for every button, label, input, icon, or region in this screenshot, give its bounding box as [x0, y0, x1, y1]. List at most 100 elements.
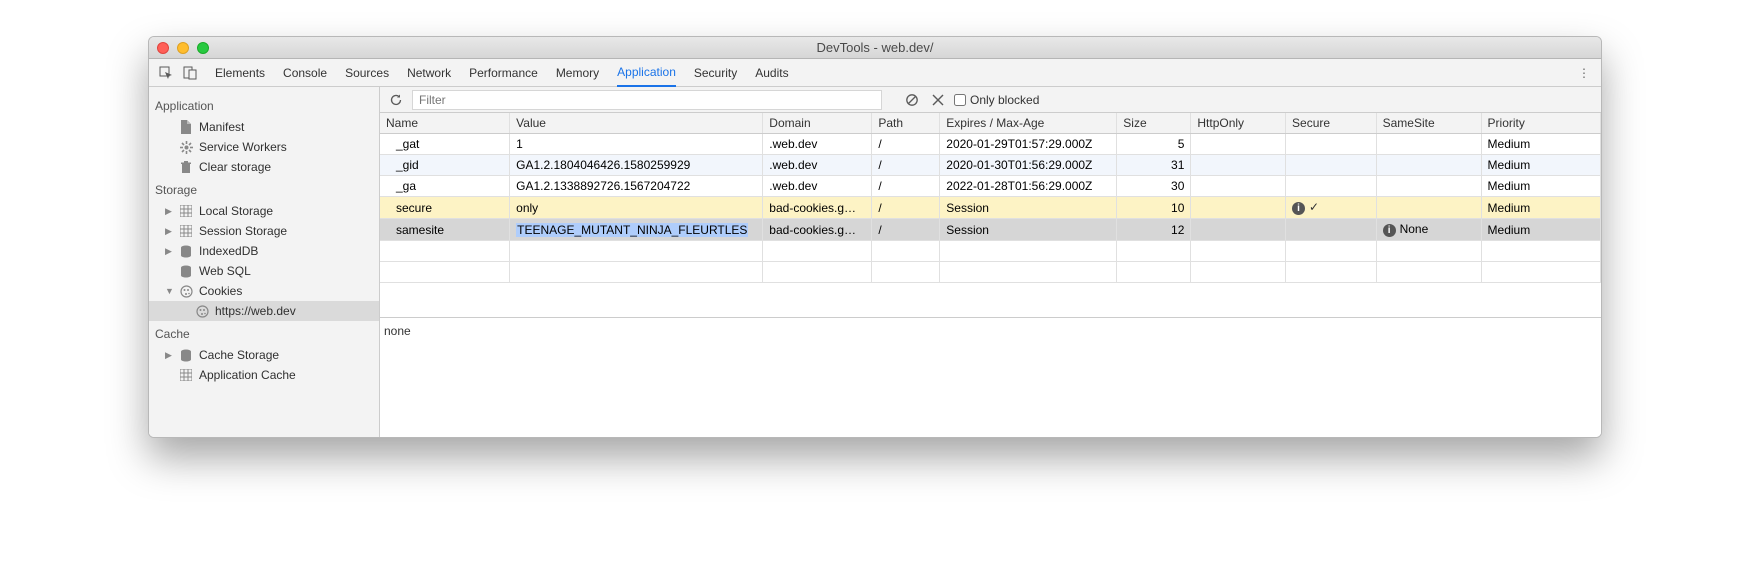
trash-icon: [179, 160, 193, 174]
device-toolbar-icon[interactable]: [179, 62, 201, 84]
cell-samesite: [1376, 155, 1481, 176]
cell-domain: .web.dev: [763, 134, 872, 155]
col-value[interactable]: Value: [510, 113, 763, 134]
sidebar-item-cookies[interactable]: ▼Cookies: [149, 281, 379, 301]
col-domain[interactable]: Domain: [763, 113, 872, 134]
table-row[interactable]: secureonlybad-cookies.g…/Session10i✓Medi…: [380, 197, 1601, 219]
cell-name: _ga: [380, 176, 510, 197]
main-tabbar: Elements Console Sources Network Performance…: [149, 59, 1601, 87]
table-row-empty: [380, 241, 1601, 262]
cell-domain: bad-cookies.g…: [763, 197, 872, 219]
cell-expires: 2020-01-29T01:57:29.000Z: [940, 134, 1117, 155]
col-httponly[interactable]: HttpOnly: [1191, 113, 1286, 134]
db-icon: [179, 244, 193, 258]
sidebar-item-web-sql[interactable]: ▶Web SQL: [149, 261, 379, 281]
sidebar-item-manifest[interactable]: ▶Manifest: [149, 117, 379, 137]
tab-elements[interactable]: Elements: [215, 59, 265, 87]
col-expires-max-age[interactable]: Expires / Max-Age: [940, 113, 1117, 134]
sidebar-item-https-web-dev[interactable]: https://web.dev: [149, 301, 379, 321]
sidebar-item-service-workers[interactable]: ▶Service Workers: [149, 137, 379, 157]
cell-samesite: [1376, 176, 1481, 197]
tab-performance[interactable]: Performance: [469, 59, 538, 87]
cell-path: /: [872, 197, 940, 219]
close-window-button[interactable]: [157, 42, 169, 54]
cell-samesite: iNone: [1376, 219, 1481, 241]
cell-samesite: [1376, 134, 1481, 155]
inspect-element-icon[interactable]: [155, 62, 177, 84]
application-sidebar[interactable]: Application▶Manifest▶Service Workers▶Cle…: [149, 87, 380, 437]
cookies-toolbar: Only blocked: [380, 87, 1601, 113]
cell-name: secure: [380, 197, 510, 219]
col-path[interactable]: Path: [872, 113, 940, 134]
zoom-window-button[interactable]: [197, 42, 209, 54]
col-secure[interactable]: Secure: [1286, 113, 1377, 134]
cell-httponly: [1191, 134, 1286, 155]
cell-size: 5: [1117, 134, 1191, 155]
col-name[interactable]: Name: [380, 113, 510, 134]
filter-input[interactable]: [412, 90, 882, 110]
tab-audits[interactable]: Audits: [755, 59, 788, 87]
cell-httponly: [1191, 219, 1286, 241]
info-icon: i: [1383, 224, 1396, 237]
cell-value: only: [510, 197, 763, 219]
tab-security[interactable]: Security: [694, 59, 737, 87]
sidebar-item-local-storage[interactable]: ▶Local Storage: [149, 201, 379, 221]
more-icon[interactable]: ⋮: [1573, 66, 1595, 80]
cell-path: /: [872, 219, 940, 241]
cookie-icon: [195, 304, 209, 318]
cell-name: _gid: [380, 155, 510, 176]
file-icon: [179, 120, 193, 134]
table-row[interactable]: _gat1.web.dev/2020-01-29T01:57:29.000Z5M…: [380, 134, 1601, 155]
cell-size: 10: [1117, 197, 1191, 219]
info-icon: i: [1292, 202, 1305, 215]
tab-memory[interactable]: Memory: [556, 59, 599, 87]
table-row[interactable]: samesiteTEENAGE_MUTANT_NINJA_FLEURTLESba…: [380, 219, 1601, 241]
col-samesite[interactable]: SameSite: [1376, 113, 1481, 134]
tab-network[interactable]: Network: [407, 59, 451, 87]
cell-secure: [1286, 155, 1377, 176]
sidebar-item-session-storage[interactable]: ▶Session Storage: [149, 221, 379, 241]
cell-size: 31: [1117, 155, 1191, 176]
cell-domain: bad-cookies.g…: [763, 219, 872, 241]
tab-console[interactable]: Console: [283, 59, 327, 87]
cell-value: 1: [510, 134, 763, 155]
table-row[interactable]: _gidGA1.2.1804046426.1580259929.web.dev/…: [380, 155, 1601, 176]
refresh-icon[interactable]: [386, 90, 406, 110]
cell-expires: 2022-01-28T01:56:29.000Z: [940, 176, 1117, 197]
delete-selected-icon[interactable]: [928, 90, 948, 110]
grid-icon: [179, 368, 193, 382]
cell-size: 12: [1117, 219, 1191, 241]
sidebar-group-application: Application: [149, 93, 379, 117]
table-row[interactable]: _gaGA1.2.1338892726.1567204722.web.dev/2…: [380, 176, 1601, 197]
cell-samesite: [1376, 197, 1481, 219]
sidebar-item-cache-storage[interactable]: ▶Cache Storage: [149, 345, 379, 365]
titlebar: DevTools - web.dev/: [149, 37, 1601, 59]
col-priority[interactable]: Priority: [1481, 113, 1600, 134]
minimize-window-button[interactable]: [177, 42, 189, 54]
sidebar-group-cache: Cache: [149, 321, 379, 345]
sidebar-item-clear-storage[interactable]: ▶Clear storage: [149, 157, 379, 177]
db-icon: [179, 348, 193, 362]
sidebar-item-indexeddb[interactable]: ▶IndexedDB: [149, 241, 379, 261]
grid-icon: [179, 224, 193, 238]
clear-all-icon[interactable]: [902, 90, 922, 110]
devtools-window: DevTools - web.dev/ Elements Console Sourc…: [148, 36, 1602, 438]
cell-secure: [1286, 134, 1377, 155]
cell-domain: .web.dev: [763, 155, 872, 176]
cell-priority: Medium: [1481, 176, 1600, 197]
cell-priority: Medium: [1481, 197, 1600, 219]
cell-priority: Medium: [1481, 155, 1600, 176]
tab-application[interactable]: Application: [617, 59, 676, 87]
cookie-detail-text: none: [384, 324, 411, 338]
tab-sources[interactable]: Sources: [345, 59, 389, 87]
cell-secure: i✓: [1286, 197, 1377, 219]
cookies-table[interactable]: NameValueDomainPathExpires / Max-AgeSize…: [380, 113, 1601, 317]
panel-tabs: Elements Console Sources Network Performance…: [215, 59, 789, 87]
cell-value: GA1.2.1338892726.1567204722: [510, 176, 763, 197]
gear-icon: [179, 140, 193, 154]
only-blocked-checkbox[interactable]: Only blocked: [954, 93, 1039, 107]
col-size[interactable]: Size: [1117, 113, 1191, 134]
sidebar-item-application-cache[interactable]: ▶Application Cache: [149, 365, 379, 385]
cookie-icon: [179, 284, 193, 298]
grid-icon: [179, 204, 193, 218]
